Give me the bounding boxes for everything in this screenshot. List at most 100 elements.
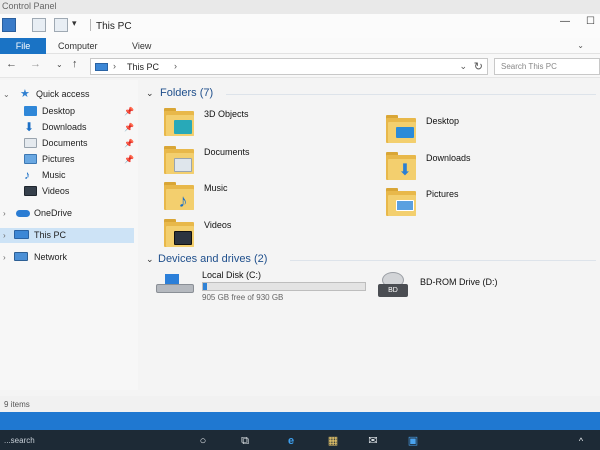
status-bar: 9 items: [0, 396, 600, 412]
picture-icon: [396, 200, 414, 211]
quick-access-toolbar-dropdown-icon[interactable]: ▾: [72, 18, 77, 29]
sidebar-item-network[interactable]: › Network: [0, 250, 138, 265]
folder-label: Desktop: [426, 116, 460, 126]
tab-view[interactable]: View: [132, 41, 151, 51]
folder-label: Videos: [204, 220, 232, 230]
folder-label: Downloads: [426, 153, 471, 163]
maximize-button[interactable]: ☐: [586, 16, 595, 27]
folder-music[interactable]: ♪ Music: [164, 180, 324, 214]
folder-icon: ⬇: [386, 152, 416, 180]
folder-label: Music: [204, 183, 228, 193]
sidebar-item-desktop[interactable]: Desktop 📌: [0, 104, 138, 119]
folder-label: Pictures: [426, 189, 459, 199]
explorer-app-icon[interactable]: [2, 18, 16, 32]
folder-pictures[interactable]: Pictures: [386, 186, 546, 220]
new-folder-quick-icon[interactable]: [54, 18, 68, 32]
task-view-icon[interactable]: ⧉: [238, 434, 252, 448]
window-bottom-edge: [0, 412, 600, 430]
search-icon[interactable]: ○: [196, 434, 210, 448]
up-button[interactable]: ↑: [72, 58, 78, 70]
sidebar-label: Music: [42, 170, 66, 180]
sidebar-item-onedrive[interactable]: › OneDrive: [0, 206, 138, 221]
search-input[interactable]: Search This PC: [494, 58, 600, 75]
collapse-chevron-icon[interactable]: ⌄: [3, 87, 10, 102]
folder-3d-objects[interactable]: 3D Objects: [164, 106, 324, 140]
tab-computer[interactable]: Computer: [58, 41, 98, 51]
music-note-icon: ♪: [178, 191, 188, 211]
folders-heading[interactable]: Folders (7): [160, 87, 213, 99]
tab-file[interactable]: File: [0, 38, 46, 54]
sidebar-item-this-pc[interactable]: › This PC: [0, 228, 134, 243]
sidebar-label: OneDrive: [34, 208, 73, 218]
address-row: ← → ⌄ ↑ › This PC › ⌄ ↻ Search This PC: [0, 54, 600, 78]
background-window-title: Control Panel: [2, 1, 57, 11]
drive-free-space: 905 GB free of 930 GB: [202, 293, 284, 302]
refresh-icon[interactable]: ↻: [474, 60, 483, 73]
folder-desktop[interactable]: Desktop: [386, 113, 546, 147]
drive-bd-rom-d[interactable]: BD BD-ROM Drive (D:): [378, 272, 558, 302]
address-bar[interactable]: › This PC › ⌄ ↻: [90, 58, 488, 75]
this-pc-icon: [95, 63, 108, 71]
sidebar-label: Pictures: [42, 154, 75, 164]
documents-icon: [24, 138, 37, 148]
pin-icon[interactable]: 📌: [124, 104, 134, 119]
desktop-icon: [396, 127, 414, 138]
sidebar-item-quick-access[interactable]: ⌄ ★ Quick access: [0, 87, 138, 102]
this-pc-icon: [14, 230, 29, 239]
folder-icon: [164, 219, 194, 247]
pin-icon[interactable]: 📌: [124, 136, 134, 151]
photos-icon[interactable]: ▣: [406, 434, 420, 448]
folder-documents[interactable]: Documents: [164, 144, 324, 178]
folder-icon: [164, 108, 194, 136]
section-collapse-icon[interactable]: ⌄: [146, 254, 154, 265]
address-dropdown-icon[interactable]: ⌄: [459, 61, 467, 72]
breadcrumb-separator-icon[interactable]: ›: [113, 61, 116, 71]
edge-icon[interactable]: e: [284, 434, 298, 448]
recent-locations-icon[interactable]: ⌄: [56, 60, 63, 69]
pin-icon[interactable]: 📌: [124, 120, 134, 135]
mail-icon[interactable]: ✉: [366, 434, 380, 448]
folder-videos[interactable]: Videos: [164, 217, 324, 251]
minimize-button[interactable]: —: [560, 16, 570, 27]
section-divider: [290, 260, 596, 261]
expand-chevron-icon[interactable]: ›: [3, 250, 6, 265]
expand-chevron-icon[interactable]: ›: [3, 228, 6, 243]
title-bar: ▾ This PC — ☐: [0, 14, 600, 38]
cube-icon: [174, 120, 192, 134]
explorer-icon[interactable]: ▦: [326, 434, 340, 448]
taskbar-search-hint[interactable]: ...search: [4, 436, 35, 445]
drive-local-disk-c[interactable]: Local Disk (C:) 905 GB free of 930 GB: [156, 270, 370, 306]
item-count: 9 items: [4, 400, 30, 409]
ribbon-expand-icon[interactable]: ⌄: [577, 41, 584, 50]
film-strip-icon: [174, 231, 192, 245]
desktop-icon: [24, 106, 37, 116]
back-button[interactable]: ←: [6, 58, 17, 70]
disc-label: BD: [378, 284, 408, 297]
sidebar-item-videos[interactable]: Videos: [0, 184, 138, 199]
breadcrumb-separator-icon[interactable]: ›: [174, 61, 177, 71]
downloads-icon: ⬇: [24, 120, 35, 134]
folder-downloads[interactable]: ⬇ Downloads: [386, 150, 546, 184]
sidebar-item-music[interactable]: ♪ Music: [0, 168, 138, 183]
tray-expand-icon[interactable]: ^: [574, 434, 588, 448]
disc-drive-icon: BD: [378, 272, 408, 300]
sidebar-item-pictures[interactable]: Pictures 📌: [0, 152, 138, 167]
expand-chevron-icon[interactable]: ›: [3, 206, 6, 221]
sidebar-item-downloads[interactable]: ⬇ Downloads 📌: [0, 120, 138, 135]
hard-drive-icon: [156, 274, 194, 296]
sidebar-item-documents[interactable]: Documents 📌: [0, 136, 138, 151]
disk-usage-bar: [202, 282, 366, 291]
drive-label: BD-ROM Drive (D:): [420, 277, 498, 287]
folder-icon: [164, 146, 194, 174]
properties-quick-icon[interactable]: [32, 18, 46, 32]
devices-heading[interactable]: Devices and drives (2): [158, 253, 267, 265]
sidebar-label: This PC: [34, 230, 67, 240]
section-collapse-icon[interactable]: ⌄: [146, 88, 154, 99]
forward-button[interactable]: →: [30, 58, 41, 70]
pin-icon[interactable]: 📌: [124, 152, 134, 167]
breadcrumb-this-pc[interactable]: This PC: [127, 62, 159, 72]
folder-icon: ♪: [164, 182, 194, 210]
sidebar-label: Downloads: [42, 122, 87, 132]
window-title: This PC: [96, 21, 132, 32]
title-separator: [90, 19, 91, 31]
